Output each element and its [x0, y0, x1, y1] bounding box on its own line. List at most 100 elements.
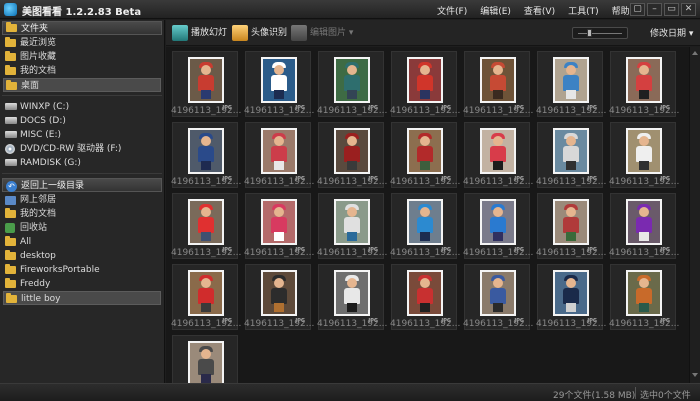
edit-image-label: 编辑图片: [310, 28, 347, 38]
photo-image: [261, 270, 297, 316]
folder-item[interactable]: desktop: [0, 249, 164, 263]
photo-image: [188, 199, 224, 245]
thumbnail-filename: 4196113_192...: [244, 319, 315, 329]
title-bar: 美图看看 1.2.2.83 Beta 文件(F) 编辑(E) 查看(V) 工具(…: [0, 0, 700, 19]
drive-item[interactable]: DVD/CD-RW 驱动器 (F:): [0, 142, 164, 156]
drive-item[interactable]: MISC (E:): [0, 128, 164, 142]
back-arrow-icon: ↶: [6, 181, 17, 192]
menu-bar: 文件(F) 编辑(E) 查看(V) 工具(T) 帮助(H): [437, 4, 656, 17]
photo-image: [188, 128, 224, 174]
thumbnail-filename: 4196113_192...: [317, 106, 388, 116]
slideshow-label: 播放幻灯: [191, 28, 228, 38]
folder-item[interactable]: 我的文档: [0, 207, 164, 221]
photo-image: [407, 270, 443, 316]
sort-label: 修改日期: [650, 29, 687, 39]
folder-item-label: Freddy: [20, 279, 51, 289]
sort-dropdown[interactable]: 修改日期 ▾: [650, 26, 693, 39]
drive-item[interactable]: WINXP (C:): [0, 100, 164, 114]
minimize-button[interactable]: –: [647, 3, 662, 16]
thumbnail-filename: 4196113_192...: [171, 106, 242, 116]
folder-item-label: desktop: [20, 251, 56, 261]
quick-access-item[interactable]: 图片收藏: [0, 50, 164, 64]
thumbnail-filename: 4196113_192...: [536, 319, 607, 329]
zoom-slider-track: [578, 33, 622, 34]
dvd-icon: [5, 144, 15, 154]
photo-image: [480, 270, 516, 316]
quick-access-item[interactable]: 桌面: [3, 78, 161, 92]
folder-item-label: little boy: [21, 294, 61, 304]
photo-image: [626, 57, 662, 103]
maximize-button[interactable]: ▭: [664, 3, 679, 16]
folder-item[interactable]: little boy: [3, 291, 161, 305]
vertical-scrollbar[interactable]: [689, 47, 700, 383]
folders-header-label: 文件夹: [21, 24, 49, 34]
thumbnail-filename: 4196113_192...: [244, 177, 315, 187]
zoom-slider[interactable]: [572, 27, 628, 39]
drive-item[interactable]: DOCS (D:): [0, 114, 164, 128]
folder-icon: [5, 208, 16, 218]
folder-icon: [6, 80, 17, 90]
folder-item-label: 我的文档: [20, 209, 57, 219]
drive-item[interactable]: RAMDISK (G:): [0, 156, 164, 170]
menu-view[interactable]: 查看(V): [524, 4, 555, 17]
thumbnail-filename: 4196113_192...: [390, 319, 461, 329]
face-recognition-label: 头像识别: [251, 28, 288, 38]
menu-file[interactable]: 文件(F): [437, 4, 467, 17]
close-button[interactable]: ✕: [681, 3, 696, 16]
thumbnail-filename: 4196113_192...: [317, 319, 388, 329]
folder-item[interactable]: 回收站: [0, 221, 164, 235]
edit-image-button[interactable]: 编辑图片 ▾: [291, 25, 353, 41]
edit-image-icon: [291, 25, 307, 41]
zoom-slider-thumb[interactable]: [587, 29, 592, 37]
folder-icon: [5, 65, 16, 75]
thumbnail-filename: 4196113_192...: [463, 106, 534, 116]
selection-count: 选中0个文件: [640, 391, 691, 401]
slideshow-button[interactable]: 播放幻灯: [172, 25, 227, 41]
folder-item[interactable]: All: [0, 235, 164, 249]
scroll-up-icon[interactable]: [692, 51, 698, 55]
chevron-down-icon: ▾: [688, 29, 694, 39]
drive-icon: [5, 117, 17, 124]
thumbnail-filename: 4196113_192...: [609, 106, 680, 116]
photo-image: [334, 199, 370, 245]
go-up-button[interactable]: ↶ 返回上一级目录: [2, 178, 162, 192]
skin-button[interactable]: ▢: [630, 3, 645, 16]
menu-tools[interactable]: 工具(T): [568, 4, 599, 17]
photo-image: [261, 128, 297, 174]
file-summary: 29个文件(1.58 MB): [553, 391, 636, 401]
app-logo-icon: [4, 3, 17, 16]
drive-item-label: WINXP (C:): [20, 102, 70, 112]
face-recognition-button[interactable]: 头像识别: [232, 25, 287, 41]
quick-access-item-label: 桌面: [21, 81, 40, 91]
thumbnail-filename: 4196113_192...: [463, 319, 534, 329]
folder-item[interactable]: Freddy: [0, 277, 164, 291]
photo-image: [407, 199, 443, 245]
photo-image: [261, 57, 297, 103]
folder-item[interactable]: 网上邻居: [0, 193, 164, 207]
divider: [2, 170, 162, 174]
folder-item-label: FireworksPortable: [20, 265, 100, 275]
quick-access-item[interactable]: 最近浏览: [0, 36, 164, 50]
photo-image: [334, 128, 370, 174]
photo-image: [626, 128, 662, 174]
thumbnail-filename: 4196113_192...: [463, 248, 534, 258]
recycle-bin-icon: [5, 223, 15, 233]
thumbnail-filename: 4196113_192...: [244, 106, 315, 116]
folder-icon: [5, 264, 16, 274]
thumbnail-filename: 4196113_192...: [244, 248, 315, 258]
folder-icon: [5, 250, 16, 260]
thumbnail-filename: 4196113_192...: [536, 248, 607, 258]
folder-sidebar: 文件夹 最近浏览 图片收藏 我的文档 桌面 WINXP (C:) DOCS (D:) MI…: [0, 20, 165, 383]
photo-image: [553, 57, 589, 103]
menu-edit[interactable]: 编辑(E): [480, 4, 511, 17]
scroll-down-icon[interactable]: [692, 373, 698, 377]
status-bar: 29个文件(1.58 MB) 选中0个文件: [0, 383, 700, 401]
quick-access-item[interactable]: 我的文档: [0, 64, 164, 78]
quick-access-item-label: 图片收藏: [20, 52, 57, 62]
folder-item[interactable]: FireworksPortable: [0, 263, 164, 277]
drive-icon: [5, 103, 17, 110]
thumbnail-filename: 4196113_192...: [317, 248, 388, 258]
folders-header[interactable]: 文件夹: [2, 21, 162, 35]
thumbnail-filename: 4196113_192...: [536, 177, 607, 187]
photo-image: [188, 270, 224, 316]
